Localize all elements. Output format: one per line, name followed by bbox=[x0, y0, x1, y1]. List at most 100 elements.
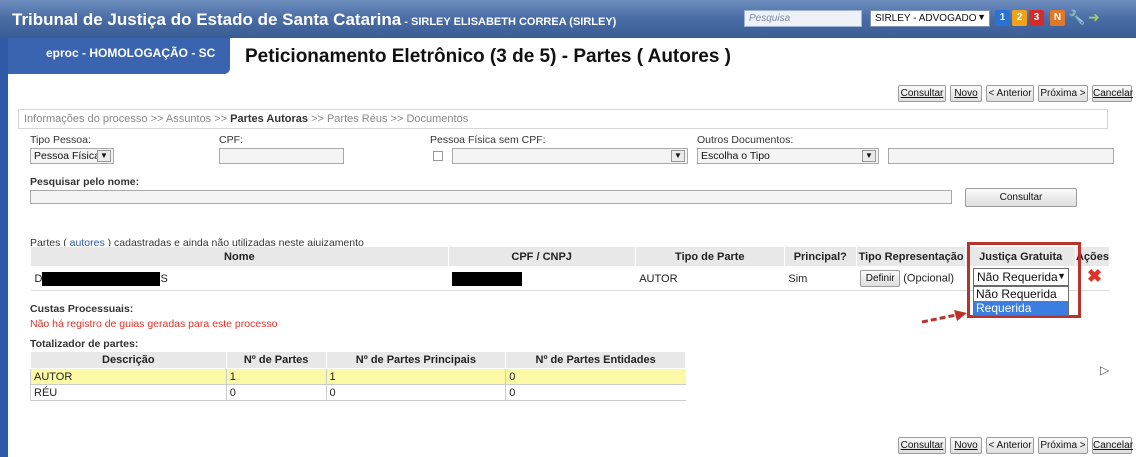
cancelar-label: Cancelar bbox=[1093, 88, 1134, 99]
option-requerida[interactable]: Requerida bbox=[974, 301, 1068, 315]
breadcrumb-separator: >> bbox=[214, 113, 228, 125]
badge-3[interactable]: 3 bbox=[1029, 10, 1044, 26]
outros-documentos-select[interactable]: Escolha o Tipo ▼ bbox=[697, 148, 879, 164]
novo-button[interactable]: Novo bbox=[950, 85, 982, 102]
justica-gratuita-select[interactable]: Não Requerida ▼ bbox=[973, 268, 1069, 286]
col-n-entidades: Nº de Partes Entidades bbox=[505, 351, 686, 369]
badge-1[interactable]: 1 bbox=[995, 10, 1010, 26]
custas-message: Não há registro de guias geradas para es… bbox=[30, 318, 278, 330]
cell: 1 bbox=[225, 368, 327, 385]
outros-documentos-input[interactable] bbox=[888, 148, 1114, 164]
step-documentos: Documentos bbox=[406, 113, 469, 125]
cell: 0 bbox=[225, 384, 327, 401]
exit-icon[interactable]: ➜ bbox=[1088, 9, 1100, 26]
chevron-down-icon: ▼ bbox=[977, 12, 986, 22]
col-descricao: Descrição bbox=[30, 351, 227, 369]
justica-gratuita-value: Não Requerida bbox=[977, 270, 1058, 284]
breadcrumb: Informações do processo >> Assuntos >> P… bbox=[18, 109, 1108, 129]
proxima-button-bottom[interactable]: Próxima > bbox=[1038, 437, 1088, 454]
step-assuntos: Assuntos bbox=[165, 113, 212, 125]
tipo-pessoa-label: Tipo Pessoa: bbox=[30, 134, 91, 146]
table-row: RÉU 0 0 0 bbox=[30, 384, 686, 401]
delete-icon[interactable]: ✖ bbox=[1087, 266, 1102, 287]
breadcrumb-separator: >> bbox=[150, 113, 164, 125]
notes-icon[interactable]: N bbox=[1050, 10, 1065, 26]
table-row: AUTOR 1 1 0 bbox=[30, 368, 686, 385]
page-title: Peticionamento Eletrônico (3 de 5) - Par… bbox=[245, 46, 732, 67]
novo-button-bottom[interactable]: Novo bbox=[950, 437, 982, 454]
cell: 1 bbox=[325, 368, 506, 385]
step-informacoes: Informações do processo bbox=[24, 113, 148, 125]
court-name: Tribunal de Justiça do Estado de Santa C… bbox=[12, 10, 402, 29]
party-tipo-cell: AUTOR bbox=[635, 266, 785, 291]
breadcrumb-separator: >> bbox=[390, 113, 404, 125]
anterior-button-bottom[interactable]: < Anterior bbox=[986, 437, 1034, 454]
custas-title: Custas Processuais: bbox=[30, 303, 134, 315]
consultar-nome-button[interactable]: Consultar bbox=[965, 188, 1077, 207]
cancelar-button[interactable]: Cancelar bbox=[1092, 85, 1134, 102]
definir-button[interactable]: Definir bbox=[860, 270, 901, 287]
cancelar-button-bottom[interactable]: Cancelar bbox=[1092, 437, 1134, 454]
pesquisar-nome-input[interactable] bbox=[30, 190, 952, 204]
profile-select[interactable]: SIRLEY - ADVOGADO ▼ bbox=[870, 10, 990, 27]
cpf-input[interactable] bbox=[219, 148, 344, 164]
cell: 0 bbox=[505, 368, 686, 385]
anterior-button[interactable]: < Anterior bbox=[986, 85, 1034, 102]
sem-cpf-checkbox[interactable] bbox=[433, 151, 443, 161]
consultar-label: Consultar bbox=[900, 88, 944, 99]
party-name-cell: DS bbox=[30, 266, 449, 291]
col-n-principais: Nº de Partes Principais bbox=[325, 351, 507, 369]
novo-label: Novo bbox=[954, 440, 978, 451]
party-principal-cell: Sim bbox=[784, 266, 857, 291]
tipo-pessoa-select[interactable]: Pessoa Física ▼ bbox=[30, 148, 114, 164]
col-n-partes: Nº de Partes bbox=[225, 351, 327, 369]
col-tipo-representacao: Tipo Representação bbox=[855, 246, 967, 267]
sem-cpf-select[interactable]: ▼ bbox=[452, 148, 688, 164]
col-nome: Nome bbox=[30, 246, 449, 267]
table-header-row: Descrição Nº de Partes Nº de Partes Prin… bbox=[30, 351, 686, 369]
redacted-block bbox=[42, 271, 161, 286]
badge-2[interactable]: 2 bbox=[1012, 10, 1027, 26]
cell: 0 bbox=[325, 384, 506, 401]
user-name: - SIRLEY ELISABETH CORREA (SIRLEY) bbox=[401, 16, 617, 28]
tools-icon[interactable]: 🔧 bbox=[1068, 9, 1085, 26]
chevron-down-icon: ▼ bbox=[862, 150, 876, 162]
consultar-label: Consultar bbox=[900, 440, 944, 451]
chevron-down-icon: ▼ bbox=[671, 150, 685, 162]
tipo-pessoa-value: Pessoa Física bbox=[34, 150, 100, 162]
party-representacao-cell: Definir (Opcional) bbox=[856, 266, 966, 291]
cancelar-label: Cancelar bbox=[1093, 440, 1134, 451]
party-cpf-cell bbox=[448, 266, 636, 291]
environment-label: eproc - HOMOLOGAÇÃO - SC bbox=[8, 38, 230, 74]
search-input[interactable]: Pesquisa bbox=[744, 10, 862, 27]
redacted-block bbox=[452, 271, 523, 286]
opcional-text: (Opcional) bbox=[903, 272, 955, 285]
totalizador-table: Descrição Nº de Partes Nº de Partes Prin… bbox=[30, 351, 686, 401]
cell: AUTOR bbox=[30, 368, 227, 385]
consultar-button-bottom[interactable]: Consultar bbox=[898, 437, 946, 454]
party-name-start: D bbox=[34, 272, 43, 285]
outros-documentos-label: Outros Documentos: bbox=[697, 134, 794, 146]
party-name-end: S bbox=[160, 272, 168, 285]
proxima-button[interactable]: Próxima > bbox=[1038, 85, 1088, 102]
step-partes-autoras: Partes Autoras bbox=[230, 113, 308, 125]
col-tipo-parte: Tipo de Parte bbox=[634, 246, 785, 267]
annotation-arrow-icon bbox=[921, 310, 967, 324]
breadcrumb-separator: >> bbox=[311, 113, 324, 125]
cell: RÉU bbox=[30, 384, 227, 401]
mouse-cursor-icon: ▷ bbox=[1100, 363, 1110, 377]
left-stripe bbox=[0, 38, 8, 457]
cell: 0 bbox=[505, 384, 686, 401]
justica-gratuita-options: Não Requerida Requerida bbox=[973, 286, 1069, 316]
app-title: Tribunal de Justiça do Estado de Santa C… bbox=[12, 10, 616, 30]
novo-label: Novo bbox=[954, 88, 978, 99]
table-row: DS AUTOR Sim Definir (Opcional) bbox=[30, 266, 1110, 291]
totalizador-title: Totalizador de partes: bbox=[30, 338, 139, 350]
option-nao-requerida[interactable]: Não Requerida bbox=[974, 287, 1068, 301]
outros-documentos-value: Escolha o Tipo bbox=[701, 150, 770, 162]
col-principal: Principal? bbox=[783, 246, 857, 267]
consultar-button[interactable]: Consultar bbox=[898, 85, 946, 102]
step-partes-reus: Partes Réus bbox=[326, 113, 388, 125]
parties-table: Nome CPF / CNPJ Tipo de Parte Principal?… bbox=[30, 246, 1111, 291]
sem-cpf-label: Pessoa Física sem CPF: bbox=[430, 134, 546, 146]
